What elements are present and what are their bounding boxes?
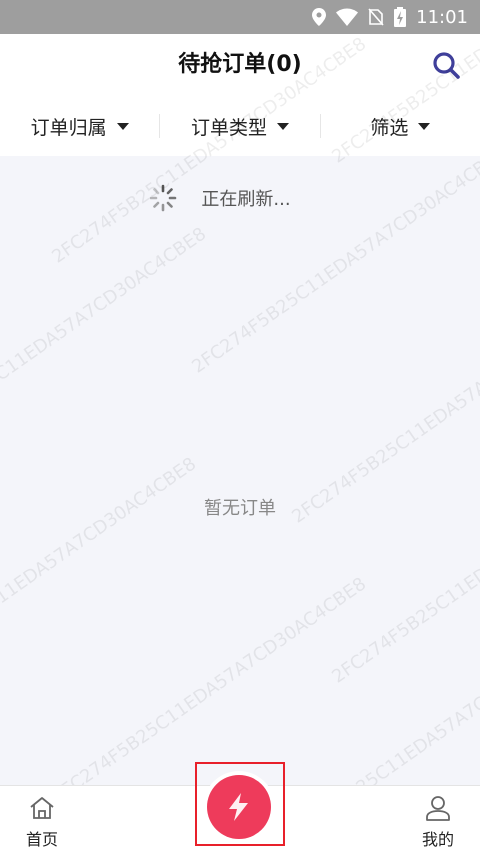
- lightning-icon: [229, 793, 248, 821]
- wifi-icon: [336, 8, 359, 26]
- filter-order-ownership[interactable]: 订单归属: [0, 96, 159, 156]
- no-sim-icon: [368, 8, 384, 26]
- tab-me[interactable]: 我的: [408, 794, 468, 850]
- watermark: 2FC274F5B25C11EDA57A7CD30AC4CBE8: [288, 293, 480, 528]
- location-icon: [312, 8, 327, 26]
- status-bar: 11:01: [0, 0, 480, 34]
- home-icon: [30, 797, 54, 819]
- header: 待抢订单(0): [0, 34, 480, 96]
- grab-order-button[interactable]: [207, 775, 271, 839]
- filter-label: 订单归属: [30, 116, 107, 139]
- caret-down-icon: [116, 122, 129, 130]
- status-time: 11:01: [416, 6, 468, 28]
- watermark: 2FC274F5B25C11EDA57A7CD30AC4CBE8: [0, 453, 201, 688]
- watermark: 2FC274F5B25C11EDA57A7CD30AC4CBE8: [0, 223, 211, 458]
- battery-charging-icon: [394, 7, 407, 27]
- caret-down-icon: [418, 122, 431, 130]
- tab-home[interactable]: 首页: [12, 794, 72, 850]
- tab-label: 首页: [25, 830, 58, 849]
- empty-state-text: 暂无订单: [204, 498, 276, 519]
- caret-down-icon: [277, 122, 289, 130]
- tab-label: 我的: [421, 830, 454, 849]
- page-title: 待抢订单(0): [178, 52, 302, 77]
- user-icon: [426, 796, 450, 821]
- refresh-text: 正在刷新...: [201, 189, 291, 210]
- status-icons: 11:01: [312, 0, 468, 34]
- watermark: 2FC274F5B25C11EDA57A7CD30AC4CBE8: [188, 143, 480, 378]
